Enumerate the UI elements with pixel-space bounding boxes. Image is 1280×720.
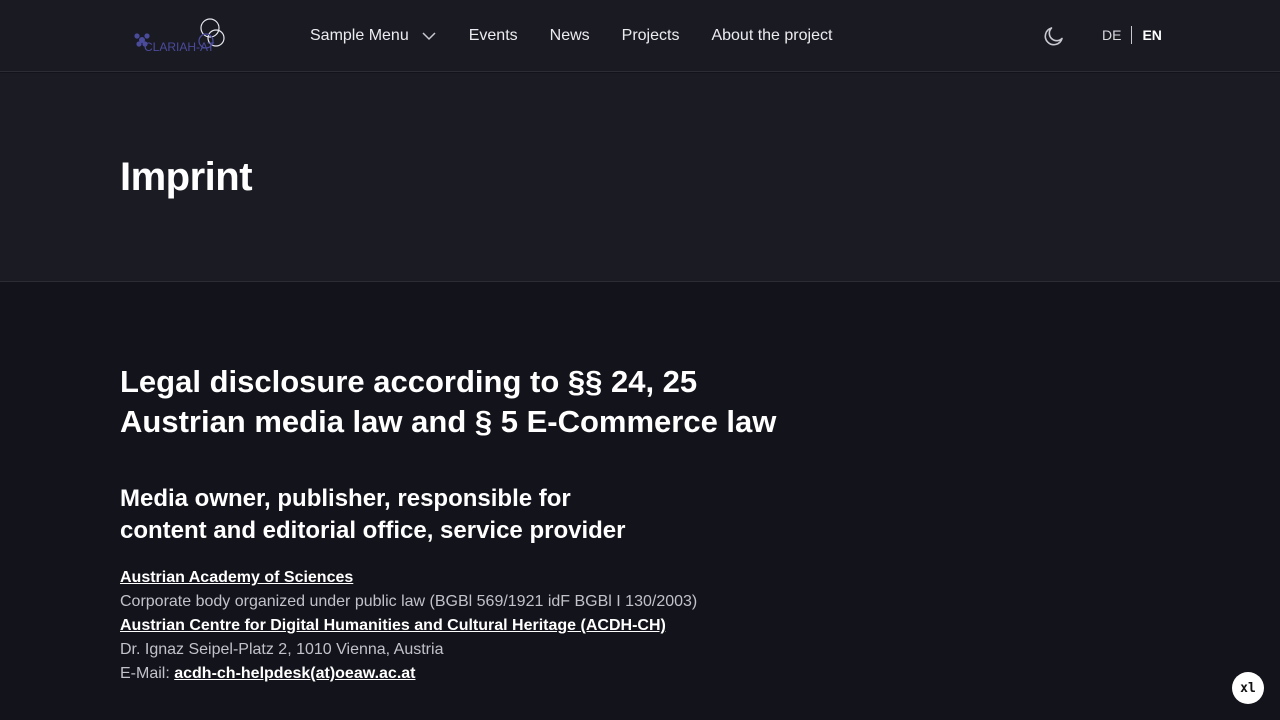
nav-item-news[interactable]: News [550, 27, 590, 45]
clariah-logo[interactable]: CLARIAH-AT [130, 14, 230, 56]
oeaw-link[interactable]: Austrian Academy of Sciences [120, 569, 353, 586]
media-owner-heading: Media owner, publisher, responsible for … [120, 485, 626, 544]
nav-item-label: News [549, 27, 590, 44]
logo-text: CLARIAH-AT [144, 40, 215, 54]
breakpoint-badge[interactable]: xl [1232, 672, 1264, 704]
page-title: Imprint [120, 155, 253, 199]
address: Dr. Ignaz Seipel-Platz 2, 1010 Vienna, A… [120, 641, 444, 658]
lang-divider [1131, 26, 1133, 44]
nav-item-about[interactable]: About the project [711, 27, 832, 45]
publisher-details: Austrian Academy of Sciences Corporate b… [120, 566, 820, 686]
nav-item-label: Events [468, 27, 518, 44]
lang-en-link[interactable]: EN [1142, 27, 1161, 43]
org-description: Corporate body organized under public la… [120, 593, 698, 610]
language-switcher: DE EN [1102, 26, 1162, 44]
lang-de-link[interactable]: DE [1102, 27, 1121, 43]
site-header: CLARIAH-AT Sample Menu Events News Proje… [0, 0, 1280, 72]
nav-item-projects[interactable]: Projects [622, 27, 680, 45]
nav-item-label: About the project [711, 27, 833, 44]
acdh-ch-link[interactable]: Austrian Centre for Digital Humanities a… [120, 617, 666, 634]
nav-item-label: Sample Menu [310, 27, 409, 44]
nav-item-sample-menu[interactable]: Sample Menu [310, 27, 437, 45]
nav-item-label: Projects [621, 27, 680, 44]
page-hero: Imprint [0, 73, 1280, 282]
legal-disclosure-heading: Legal disclosure according to §§ 24, 25 … [120, 364, 777, 439]
imprint-content: Legal disclosure according to §§ 24, 25 … [120, 362, 820, 686]
chevron-down-icon [422, 32, 436, 41]
email-label: E-Mail: [120, 665, 175, 682]
moon-icon[interactable] [1042, 24, 1066, 48]
nav-item-events[interactable]: Events [469, 27, 518, 45]
main-nav: Sample Menu Events News Projects About t… [310, 0, 864, 72]
email-link[interactable]: acdh-ch-helpdesk(at)oeaw.ac.at [174, 665, 415, 682]
